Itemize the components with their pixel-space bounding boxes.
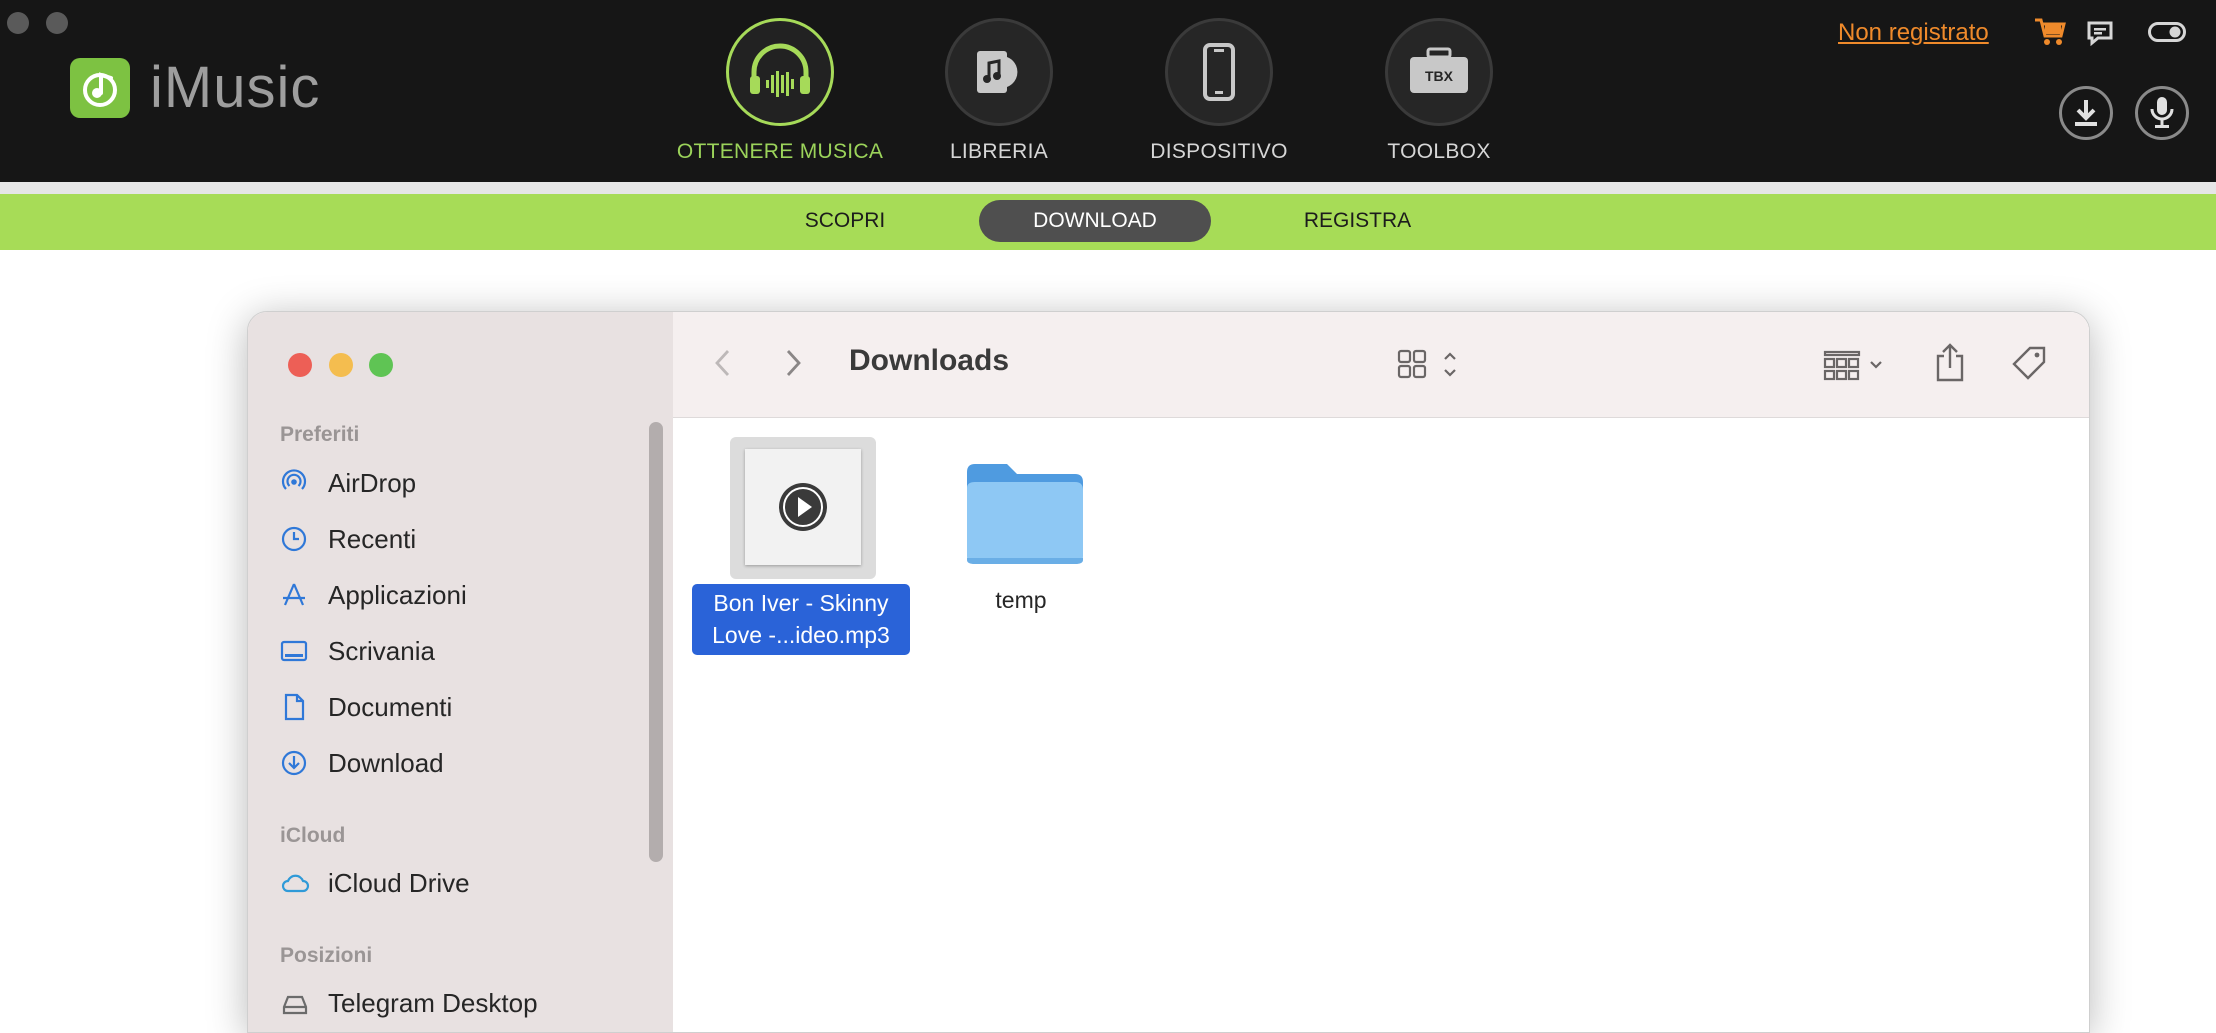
sidebar-item-icloud-drive[interactable]: iCloud Drive	[280, 862, 640, 902]
download-button[interactable]	[2059, 86, 2113, 140]
file-name-label: Bon Iver - Skinny Love -...ideo.mp3	[692, 584, 910, 655]
finder-close-button[interactable]	[288, 353, 312, 377]
group-view-icon[interactable]	[1823, 348, 1893, 387]
finder-content: Downloads Bon Iver - Skinny Love -...ide…	[673, 312, 2089, 1032]
sidebar-item-documenti[interactable]: Documenti	[280, 686, 640, 726]
nav-ottenere-musica[interactable]: OTTENERE MUSICA	[670, 18, 890, 164]
finder-sidebar: Preferiti AirDrop Recenti Applicazioni S…	[248, 312, 673, 1032]
cloud-icon	[281, 874, 310, 893]
tab-scopri[interactable]: SCOPRI	[780, 200, 910, 242]
tab-registra[interactable]: REGISTRA	[1290, 200, 1425, 242]
phone-icon	[1165, 18, 1273, 126]
sidebar-item-recenti[interactable]: Recenti	[280, 518, 640, 558]
drive-icon	[282, 995, 308, 1015]
document-icon	[284, 693, 305, 721]
play-icon	[779, 483, 827, 531]
cart-icon[interactable]	[2033, 16, 2067, 51]
nav-dispositivo[interactable]: DISPOSITIVO	[1109, 18, 1329, 164]
sidebar-section-title: Preferiti	[280, 423, 360, 446]
nav-libreria[interactable]: LIBRERIA	[889, 18, 1109, 164]
finder-title: Downloads	[849, 344, 1010, 377]
nav-label: OTTENERE MUSICA	[676, 140, 884, 163]
folder-name-label: temp	[995, 587, 1047, 613]
toggle-icon[interactable]	[2148, 22, 2186, 47]
subnav-separator	[0, 182, 2216, 194]
sidebar-item-telegram-desktop[interactable]: Telegram Desktop	[280, 982, 640, 1022]
download-circle-icon	[281, 750, 307, 776]
sidebar-item-airdrop[interactable]: AirDrop	[280, 462, 640, 502]
sidebar-section-title: Posizioni	[280, 944, 373, 967]
app-name: iMusic	[150, 55, 321, 120]
nav-toolbox[interactable]: TBX TOOLBOX	[1329, 18, 1549, 164]
sidebar-item-applicazioni[interactable]: Applicazioni	[280, 574, 640, 614]
download-arrow-icon	[2075, 100, 2097, 126]
imusic-logo-icon	[70, 58, 130, 118]
icon-view-grid-icon[interactable]	[1397, 348, 1467, 387]
finder-toolbar: Downloads	[673, 312, 2089, 418]
feedback-icon[interactable]	[2086, 20, 2114, 51]
finder-minimize-button[interactable]	[329, 353, 353, 377]
window-close-dot[interactable]	[7, 12, 29, 34]
finder-window: Preferiti AirDrop Recenti Applicazioni S…	[247, 311, 2090, 1033]
tab-download[interactable]: DOWNLOAD	[979, 200, 1211, 242]
nav-label: TOOLBOX	[1387, 140, 1491, 163]
sidebar-section-title: iCloud	[280, 824, 346, 847]
record-button[interactable]	[2135, 86, 2189, 140]
back-chevron-icon[interactable]	[713, 348, 733, 383]
apps-icon	[283, 583, 305, 606]
forward-chevron-icon[interactable]	[783, 348, 803, 383]
library-icon	[945, 18, 1053, 126]
register-link[interactable]: Non registrato	[1838, 19, 1989, 47]
desktop-icon	[280, 640, 308, 662]
toolbox-icon: TBX	[1385, 18, 1493, 126]
microphone-icon	[2150, 97, 2174, 128]
folder-icon	[967, 464, 1083, 564]
nav-label: LIBRERIA	[949, 140, 1049, 163]
sidebar-item-download[interactable]: Download	[280, 742, 640, 782]
finder-zoom-button[interactable]	[369, 353, 393, 377]
share-icon[interactable]	[1933, 342, 1967, 389]
headphones-icon	[726, 18, 834, 126]
subnav-bar: SCOPRI DOWNLOAD REGISTRA	[0, 194, 2216, 250]
svg-text:TBX: TBX	[1425, 68, 1454, 84]
tag-icon[interactable]	[2010, 344, 2050, 389]
nav-label: DISPOSITIVO	[1150, 140, 1288, 163]
airdrop-icon	[281, 469, 307, 490]
window-minimize-dot[interactable]	[46, 12, 68, 34]
sidebar-item-scrivania[interactable]: Scrivania	[280, 630, 640, 670]
imusic-topbar: iMusic OTTENERE MUSICA LIBRERIA DISPOSIT…	[0, 0, 2216, 182]
audio-file-thumbnail	[745, 449, 861, 565]
clock-icon	[281, 526, 307, 552]
sidebar-scrollbar[interactable]	[649, 422, 663, 862]
